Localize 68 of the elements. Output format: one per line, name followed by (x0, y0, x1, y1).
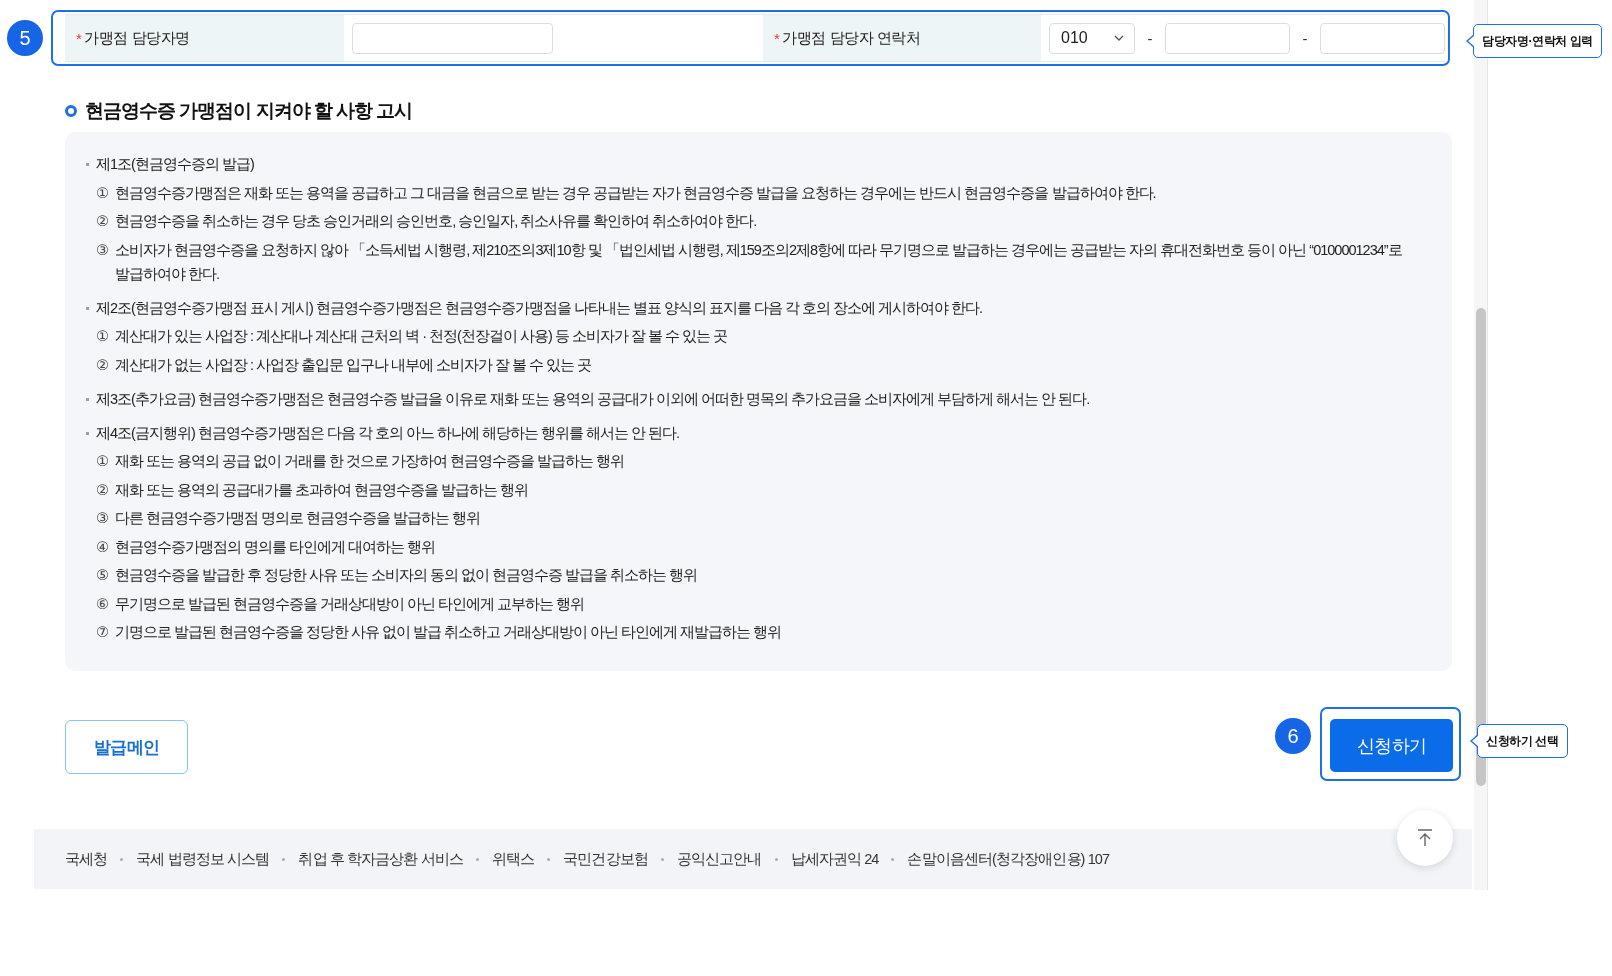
bullet-icon (86, 163, 89, 166)
item-text: 재화 또는 용역의 공급대가를 초과하여 현금영수증을 발급하는 행위 (115, 480, 530, 500)
separator-dot-icon (660, 857, 664, 861)
footer-link[interactable]: 손말이음센터(청각장애인용) 107 (907, 849, 1110, 869)
item-number: ① (96, 183, 110, 203)
bullet-icon (86, 397, 89, 401)
footer-link[interactable]: 공익신고안내 (676, 849, 762, 869)
separator-text: - (1146, 29, 1154, 47)
required-mark: * (774, 29, 780, 47)
footer-link[interactable]: 국세 법령정보 시스템 (136, 849, 270, 869)
item-text: 소비자가 현금영수증을 요청하지 않아 「소득세법 시행령, 제210조의3제10항 및 「법인세법 시행령, 제159조의2제8항에 따라 무기명으로 발급하는 경우에는 공급받는 자의 휴대전화번호 등이 아닌 “0100001234”로 발급하여야 한다. (115, 240, 1403, 284)
item-text: 무기명으로 발급된 현금영수증을 거래상대방이 아닌 타인에게 교부하는 행위 (115, 594, 586, 614)
input-field[interactable] (352, 22, 553, 54)
select-dropdown[interactable]: 010 (1049, 22, 1135, 54)
separator-dot-icon (774, 857, 778, 861)
item-number: ⑦ (96, 623, 110, 642)
main-menu-button[interactable]: 발급메인 (65, 720, 188, 774)
separator-dot-icon (120, 857, 124, 861)
article-text: 제1조(현금영수증의 발급) (96, 155, 254, 174)
item-text: 현금영수증가맹점은 재화 또는 용역을 공급하고 그 대금을 현금으로 받는 경우 공급받는 자가 현금영수증 발급을 요청하는 경우에는 반드시 현금영수증을 발급하여야 한다. (115, 183, 1157, 203)
item-number: ① (96, 452, 110, 471)
separator-text: - (1301, 29, 1309, 47)
step-badge: 5 (7, 20, 43, 56)
item-number: ③ (96, 509, 110, 528)
footer-link[interactable]: 국세청 (65, 849, 108, 869)
item-text: 계산대가 있는 사업장 : 계산대나 계산대 근처의 벽 · 천정(천장걸이 사용) 등 소비자가 잘 볼 수 있는 곳 (115, 327, 728, 346)
input-field[interactable] (1165, 22, 1290, 54)
apply-button[interactable]: 신청하기 (1330, 719, 1453, 772)
separator-dot-icon (547, 857, 551, 861)
item-number: ② (96, 212, 110, 231)
item-number: ⑥ (96, 594, 110, 614)
input-field[interactable] (1320, 22, 1445, 54)
item-number: ① (96, 327, 110, 346)
arrow-up-icon (1417, 829, 1433, 847)
separator-dot-icon (891, 857, 895, 861)
item-number: ② (96, 480, 110, 500)
field-label: 가맹점 담당자명 (84, 28, 190, 48)
callout: 신청하기 선택 (1469, 724, 1568, 758)
footer-link[interactable]: 납세자권익 24 (790, 849, 879, 869)
ring-icon (65, 105, 77, 117)
item-text: 현금영수증을 취소하는 경우 당초 승인거래의 승인번호, 승인일자, 취소사유를 확인하여 취소하여야 한다. (115, 212, 758, 231)
article-text: 제3조(추가요금) 현금영수증가맹점은 현금영수증 발급을 이유로 재화 또는 용역의 공급대가 이외에 어떠한 명목의 추가요금을 소비자에게 부담하게 해서는 안 된다. (96, 389, 1090, 409)
required-mark: * (76, 29, 82, 47)
item-text: 현금영수증가맹점의 명의를 타인에게 대여하는 행위 (115, 537, 437, 557)
item-number: ⑤ (96, 566, 110, 585)
article-text: 제2조(현금영수증가맹점 표시 게시) 현금영수증가맹점은 현금영수증가맹점을 나타내는 별표 양식의 표지를 다음 각 호의 장소에 게시하여야 한다. (96, 298, 983, 318)
step-badge: 6 (1275, 718, 1311, 754)
bullet-icon (86, 431, 89, 435)
footer-link[interactable]: 위택스 (492, 849, 535, 869)
item-number: ③ (96, 240, 110, 260)
section-title: 현금영수증 가맹점이 지켜야 할 사항 고시 (85, 99, 413, 123)
footer-link[interactable]: 취업 후 학자금상환 서비스 (298, 849, 463, 869)
chevron-down-icon (1114, 35, 1124, 41)
item-text: 다른 현금영수증가맹점 명의로 현금영수증을 발급하는 행위 (115, 509, 482, 528)
item-text: 현금영수증을 발급한 후 정당한 사유 또는 소비자의 동의 없이 현금영수증 발급을 취소하는 행위 (115, 566, 699, 585)
footer-link[interactable]: 국민건강보험 (563, 849, 648, 869)
separator-dot-icon (476, 857, 479, 861)
item-text: 기명으로 발급된 현금영수증을 정당한 사유 없이 발급 취소하고 거래상대방이 아닌 타인에게 재발급하는 행위 (115, 623, 783, 642)
scroll-top-button[interactable] (1397, 810, 1453, 866)
scrollbar-thumb[interactable] (1476, 308, 1486, 786)
item-number: ④ (96, 537, 110, 557)
bullet-icon (86, 306, 89, 310)
item-text: 계산대가 없는 사업장 : 사업장 출입문 입구나 내부에 소비자가 잘 볼 수 있는 곳 (115, 355, 593, 375)
item-number: ② (96, 355, 110, 375)
article-text: 제4조(금지행위) 현금영수증가맹점은 다음 각 호의 아느 하나에 해당하는 행위를 해서는 안 된다. (96, 423, 680, 443)
item-text: 재화 또는 용역의 공급 없이 거래를 한 것으로 가장하여 현금영수증을 발급하는 행위 (115, 452, 626, 471)
field-label: 가맹점 담당자 연락처 (782, 28, 921, 48)
separator-dot-icon (282, 857, 286, 861)
